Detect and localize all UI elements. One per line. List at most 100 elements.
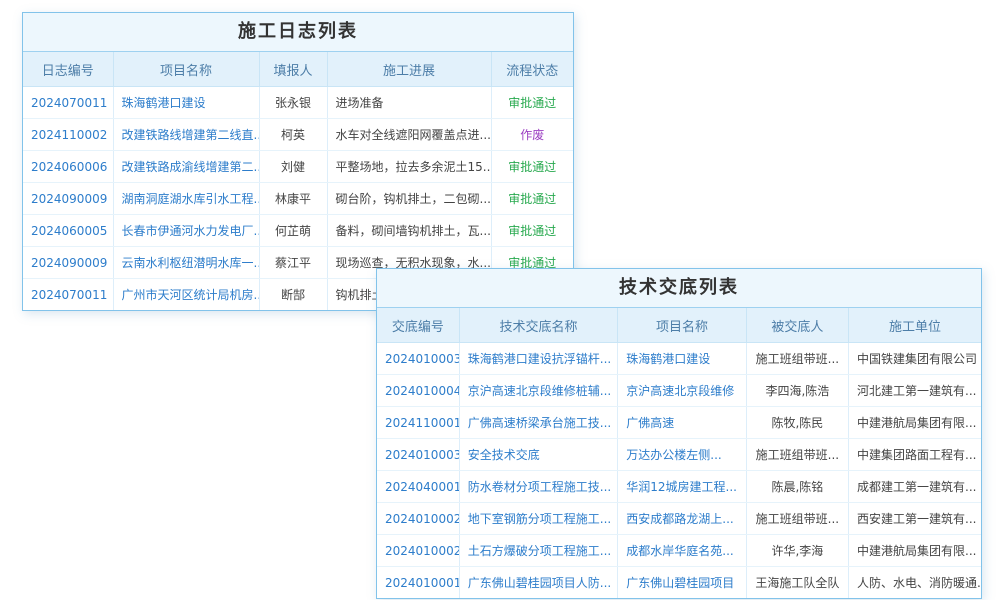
progress-cell: 水车对全线遮阳网覆盖点进... — [327, 119, 491, 151]
construction-log-panel: 施工日志列表 日志编号 项目名称 填报人 施工进展 流程状态 202407001… — [22, 12, 574, 311]
col-header-status: 流程状态 — [491, 52, 573, 87]
disclosure-name-link[interactable]: 地下室钢筋分项工程施工... — [459, 503, 618, 535]
col-header-disclosure-id: 交底编号 — [377, 308, 459, 343]
log-id-link[interactable]: 2024060005 — [23, 215, 113, 247]
disclosure-name-link[interactable]: 安全技术交底 — [459, 439, 618, 471]
project-name-link[interactable]: 广州市天河区统计局机房... — [113, 279, 259, 311]
disclosure-name-link[interactable]: 京沪高速北京段维修桩辅... — [459, 375, 618, 407]
technical-disclosure-body: 2024010003 珠海鹤港口建设抗浮锚杆... 珠海鹤港口建设 施工班组带班… — [377, 343, 981, 599]
project-name-link[interactable]: 改建铁路成渝线增建第二... — [113, 151, 259, 183]
table-row: 2024010002 地下室钢筋分项工程施工... 西安成都路龙湖上... 施工… — [377, 503, 981, 535]
table-row: 2024040001 防水卷材分项工程施工技... 华润12城房建工程... 陈… — [377, 471, 981, 503]
table-row: 2024010004 京沪高速北京段维修桩辅... 京沪高速北京段维修 李四海,… — [377, 375, 981, 407]
disclosure-name-link[interactable]: 广东佛山碧桂园项目人防... — [459, 567, 618, 599]
col-header-project-name: 项目名称 — [113, 52, 259, 87]
col-header-disclosure-name: 技术交底名称 — [459, 308, 618, 343]
log-id-link[interactable]: 2024060006 — [23, 151, 113, 183]
table-row: 2024070011 珠海鹤港口建设 张永银 进场准备 审批通过 — [23, 87, 573, 119]
log-id-link[interactable]: 2024070011 — [23, 87, 113, 119]
col-header-progress: 施工进展 — [327, 52, 491, 87]
col-header-reporter: 填报人 — [259, 52, 327, 87]
disclosed-person-cell: 施工班组带班... — [746, 343, 848, 375]
reporter-cell: 柯英 — [259, 119, 327, 151]
disclosure-id-link[interactable]: 2024010001 — [377, 567, 459, 599]
project-name-link[interactable]: 云南水利枢纽潜明水库一... — [113, 247, 259, 279]
project-name-link[interactable]: 华润12城房建工程... — [618, 471, 746, 503]
table-row: 2024010001 广东佛山碧桂园项目人防... 广东佛山碧桂园项目 王海施工… — [377, 567, 981, 599]
disclosure-name-link[interactable]: 珠海鹤港口建设抗浮锚杆... — [459, 343, 618, 375]
construction-log-title: 施工日志列表 — [23, 13, 573, 52]
technical-disclosure-panel: 技术交底列表 交底编号 技术交底名称 项目名称 被交底人 施工单位 202401… — [376, 268, 982, 599]
disclosed-person-cell: 陈牧,陈民 — [746, 407, 848, 439]
reporter-cell: 林康平 — [259, 183, 327, 215]
disclosure-name-link[interactable]: 土石方爆破分项工程施工... — [459, 535, 618, 567]
header-row: 交底编号 技术交底名称 项目名称 被交底人 施工单位 — [377, 308, 981, 343]
progress-cell: 砌台阶，钩机排土，二包砌... — [327, 183, 491, 215]
log-id-link[interactable]: 2024090009 — [23, 183, 113, 215]
disclosure-name-link[interactable]: 广佛高速桥梁承台施工技... — [459, 407, 618, 439]
progress-cell: 平整场地，拉去多余泥土15... — [327, 151, 491, 183]
reporter-cell: 张永银 — [259, 87, 327, 119]
disclosure-id-link[interactable]: 2024110001 — [377, 407, 459, 439]
disclosed-person-cell: 王海施工队全队 — [746, 567, 848, 599]
disclosure-id-link[interactable]: 2024010002 — [377, 503, 459, 535]
status-badge: 审批通过 — [491, 87, 573, 119]
header-row: 日志编号 项目名称 填报人 施工进展 流程状态 — [23, 52, 573, 87]
disclosure-id-link[interactable]: 2024040001 — [377, 471, 459, 503]
project-name-link[interactable]: 广佛高速 — [618, 407, 746, 439]
table-row: 2024090009 湖南洞庭湖水库引水工程... 林康平 砌台阶，钩机排土，二… — [23, 183, 573, 215]
disclosure-name-link[interactable]: 防水卷材分项工程施工技... — [459, 471, 618, 503]
reporter-cell: 刘健 — [259, 151, 327, 183]
project-name-link[interactable]: 湖南洞庭湖水库引水工程... — [113, 183, 259, 215]
construction-unit-cell: 人防、水电、消防暖通... — [849, 567, 981, 599]
disclosure-id-link[interactable]: 2024010004 — [377, 375, 459, 407]
construction-unit-cell: 中国铁建集团有限公司 — [849, 343, 981, 375]
status-badge: 审批通过 — [491, 215, 573, 247]
disclosure-id-link[interactable]: 2024010002 — [377, 535, 459, 567]
col-header-project-name: 项目名称 — [618, 308, 746, 343]
reporter-cell: 蔡江平 — [259, 247, 327, 279]
progress-cell: 备料，砌间墙钩机排土，瓦... — [327, 215, 491, 247]
status-badge: 审批通过 — [491, 183, 573, 215]
technical-disclosure-table: 交底编号 技术交底名称 项目名称 被交底人 施工单位 2024010003 珠海… — [377, 308, 981, 598]
status-badge: 作废 — [491, 119, 573, 151]
project-name-link[interactable]: 珠海鹤港口建设 — [618, 343, 746, 375]
log-id-link[interactable]: 2024110002 — [23, 119, 113, 151]
construction-unit-cell: 中建港航局集团有限... — [849, 535, 981, 567]
reporter-cell: 何芷萌 — [259, 215, 327, 247]
log-id-link[interactable]: 2024090009 — [23, 247, 113, 279]
status-badge: 审批通过 — [491, 151, 573, 183]
table-row: 2024060005 长春市伊通河水力发电厂... 何芷萌 备料，砌间墙钩机排土… — [23, 215, 573, 247]
table-row: 2024110002 改建铁路线增建第二线直... 柯英 水车对全线遮阳网覆盖点… — [23, 119, 573, 151]
table-row: 2024010003 安全技术交底 万达办公楼左侧... 施工班组带班... 中… — [377, 439, 981, 471]
table-row: 2024010003 珠海鹤港口建设抗浮锚杆... 珠海鹤港口建设 施工班组带班… — [377, 343, 981, 375]
project-name-link[interactable]: 万达办公楼左侧... — [618, 439, 746, 471]
disclosed-person-cell: 许华,李海 — [746, 535, 848, 567]
table-row: 2024010002 土石方爆破分项工程施工... 成都水岸华庭名苑... 许华… — [377, 535, 981, 567]
construction-unit-cell: 中建港航局集团有限... — [849, 407, 981, 439]
disclosure-id-link[interactable]: 2024010003 — [377, 343, 459, 375]
log-id-link[interactable]: 2024070011 — [23, 279, 113, 311]
project-name-link[interactable]: 珠海鹤港口建设 — [113, 87, 259, 119]
project-name-link[interactable]: 长春市伊通河水力发电厂... — [113, 215, 259, 247]
construction-unit-cell: 成都建工第一建筑有... — [849, 471, 981, 503]
table-row: 2024060006 改建铁路成渝线增建第二... 刘健 平整场地，拉去多余泥土… — [23, 151, 573, 183]
construction-unit-cell: 河北建工第一建筑有... — [849, 375, 981, 407]
construction-unit-cell: 西安建工第一建筑有... — [849, 503, 981, 535]
disclosed-person-cell: 李四海,陈浩 — [746, 375, 848, 407]
technical-disclosure-title: 技术交底列表 — [377, 269, 981, 308]
project-name-link[interactable]: 成都水岸华庭名苑... — [618, 535, 746, 567]
table-row: 2024110001 广佛高速桥梁承台施工技... 广佛高速 陈牧,陈民 中建港… — [377, 407, 981, 439]
disclosure-id-link[interactable]: 2024010003 — [377, 439, 459, 471]
project-name-link[interactable]: 西安成都路龙湖上... — [618, 503, 746, 535]
project-name-link[interactable]: 广东佛山碧桂园项目 — [618, 567, 746, 599]
col-header-construction-unit: 施工单位 — [849, 308, 981, 343]
project-name-link[interactable]: 京沪高速北京段维修 — [618, 375, 746, 407]
col-header-disclosed-person: 被交底人 — [746, 308, 848, 343]
disclosed-person-cell: 施工班组带班... — [746, 503, 848, 535]
progress-cell: 进场准备 — [327, 87, 491, 119]
construction-unit-cell: 中建集团路面工程有... — [849, 439, 981, 471]
disclosed-person-cell: 施工班组带班... — [746, 439, 848, 471]
project-name-link[interactable]: 改建铁路线增建第二线直... — [113, 119, 259, 151]
reporter-cell: 断郜 — [259, 279, 327, 311]
